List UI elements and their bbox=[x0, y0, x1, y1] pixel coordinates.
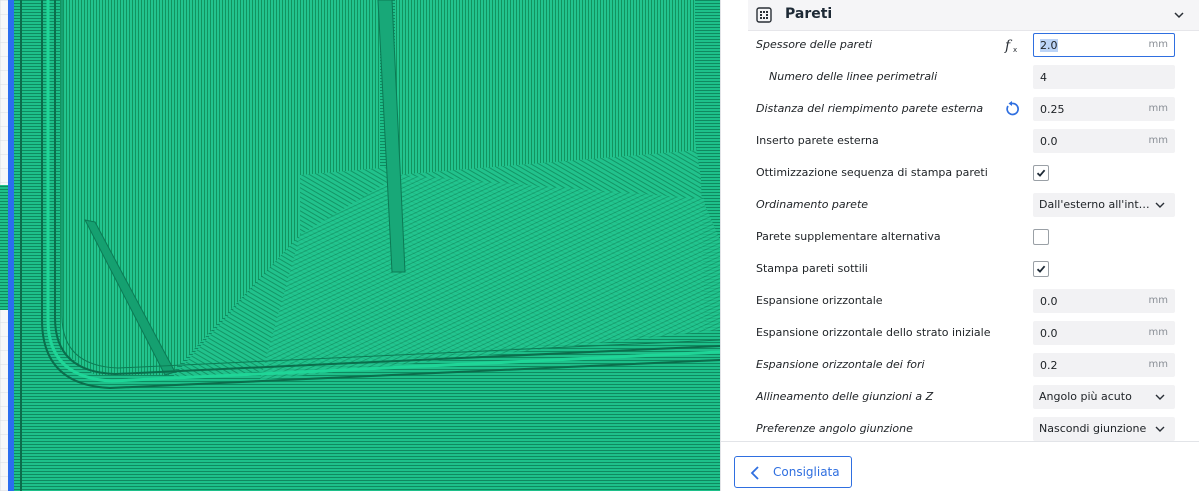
setting-wall-line-count: Numero delle linee perimetrali 4 bbox=[721, 62, 1199, 94]
recommended-button-label: Consigliata bbox=[773, 465, 840, 479]
input-value: 4 bbox=[1040, 71, 1047, 84]
panel-footer: Consigliata bbox=[721, 441, 1199, 492]
outer-wall-inset-input[interactable]: 0.0 mm bbox=[1033, 129, 1175, 153]
setting-outer-wall-wipe-distance: Distanza del riempimento parete esterna … bbox=[721, 94, 1199, 126]
setting-label: Ottimizzazione sequenza di stampa pareti bbox=[756, 166, 988, 179]
recommended-mode-button[interactable]: Consigliata bbox=[734, 456, 852, 488]
wall-thickness-input[interactable]: 2.0 mm bbox=[1033, 33, 1175, 57]
setting-wall-thickness: Spessore delle pareti f x 2.0 mm bbox=[721, 30, 1199, 62]
setting-initial-layer-horizontal-expansion: Espansione orizzontale dello strato iniz… bbox=[721, 318, 1199, 350]
unit-label: mm bbox=[1148, 135, 1168, 146]
chevron-down-icon bbox=[1155, 202, 1165, 208]
svg-text:x: x bbox=[1013, 46, 1017, 53]
checkmark-icon bbox=[1036, 265, 1046, 273]
setting-alternate-extra-wall: Parete supplementare alternativa bbox=[721, 222, 1199, 254]
setting-label: Allineamento delle giunzioni a Z bbox=[756, 390, 934, 403]
setting-wall-ordering: Ordinamento parete Dall'esterno all'inte… bbox=[721, 190, 1199, 222]
wall-line-count-input[interactable]: 4 bbox=[1033, 65, 1175, 89]
setting-label: Distanza del riempimento parete esterna bbox=[756, 102, 984, 115]
function-icon[interactable]: f x bbox=[1004, 37, 1020, 53]
unit-label: mm bbox=[1148, 103, 1168, 114]
unit-label: mm bbox=[1148, 359, 1168, 370]
setting-label: Ordinamento parete bbox=[756, 198, 869, 211]
walls-section-header[interactable]: Pareti bbox=[748, 0, 1199, 31]
z-seam-alignment-dropdown[interactable]: Angolo più acuto bbox=[1033, 385, 1175, 409]
sliced-model-preview bbox=[0, 0, 720, 491]
dropdown-value: Nascondi giunzione bbox=[1039, 422, 1147, 435]
unit-label: mm bbox=[1148, 327, 1168, 338]
setting-optimize-wall-order: Ottimizzazione sequenza di stampa pareti bbox=[721, 158, 1199, 190]
layer-view-viewport[interactable] bbox=[0, 0, 720, 491]
outer-wall-wipe-distance-input[interactable]: 0.25 mm bbox=[1033, 97, 1175, 121]
setting-label: Espansione orizzontale dei fori bbox=[756, 358, 925, 371]
input-value: 0.0 bbox=[1040, 295, 1058, 308]
setting-label: Numero delle linee perimetrali bbox=[769, 70, 938, 83]
input-value: 0.0 bbox=[1040, 327, 1058, 340]
section-title: Pareti bbox=[785, 6, 833, 22]
setting-horizontal-expansion: Espansione orizzontale 0.0 mm bbox=[721, 286, 1199, 318]
setting-label: Parete supplementare alternativa bbox=[756, 230, 941, 243]
setting-outer-wall-inset: Inserto parete esterna 0.0 mm bbox=[721, 126, 1199, 158]
setting-hole-horizontal-expansion: Espansione orizzontale dei fori 0.2 mm bbox=[721, 350, 1199, 382]
input-value: 2.0 bbox=[1040, 39, 1058, 52]
wall-grid-icon bbox=[756, 7, 772, 23]
wall-ordering-dropdown[interactable]: Dall'esterno all'interno bbox=[1033, 193, 1175, 217]
setting-z-seam-alignment: Allineamento delle giunzioni a Z Angolo … bbox=[721, 382, 1199, 414]
input-value: 0.25 bbox=[1040, 103, 1065, 116]
checkmark-icon bbox=[1036, 169, 1046, 177]
horizontal-expansion-input[interactable]: 0.0 mm bbox=[1033, 289, 1175, 313]
chevron-down-icon bbox=[1155, 426, 1165, 432]
setting-label: Inserto parete esterna bbox=[756, 134, 879, 147]
unit-label: mm bbox=[1148, 39, 1168, 50]
setting-label: Espansione orizzontale bbox=[756, 294, 883, 307]
chevron-left-icon bbox=[750, 466, 759, 480]
chevron-down-icon[interactable] bbox=[1173, 9, 1185, 21]
input-value: 0.0 bbox=[1040, 135, 1058, 148]
dropdown-value: Angolo più acuto bbox=[1039, 390, 1132, 403]
print-settings-panel: Pareti Spessore delle pareti f x 2.0 mm … bbox=[720, 0, 1199, 492]
print-thin-walls-checkbox[interactable] bbox=[1033, 261, 1049, 277]
seam-corner-preference-dropdown[interactable]: Nascondi giunzione bbox=[1033, 417, 1175, 441]
optimize-wall-order-checkbox[interactable] bbox=[1033, 165, 1049, 181]
chevron-down-icon bbox=[1155, 394, 1165, 400]
hole-horizontal-expansion-input[interactable]: 0.2 mm bbox=[1033, 353, 1175, 377]
input-value: 0.2 bbox=[1040, 359, 1058, 372]
unit-label: mm bbox=[1148, 295, 1168, 306]
setting-label: Spessore delle pareti bbox=[756, 38, 873, 51]
svg-text:f: f bbox=[1004, 38, 1013, 53]
setting-label: Stampa pareti sottili bbox=[756, 262, 868, 275]
setting-label: Preferenze angolo giunzione bbox=[756, 422, 913, 435]
dropdown-value: Dall'esterno all'interno bbox=[1039, 198, 1151, 211]
setting-print-thin-walls: Stampa pareti sottili bbox=[721, 254, 1199, 286]
setting-label: Espansione orizzontale dello strato iniz… bbox=[756, 326, 991, 339]
reset-icon[interactable] bbox=[1004, 101, 1020, 117]
alternate-extra-wall-checkbox[interactable] bbox=[1033, 229, 1049, 245]
initial-layer-horizontal-expansion-input[interactable]: 0.0 mm bbox=[1033, 321, 1175, 345]
